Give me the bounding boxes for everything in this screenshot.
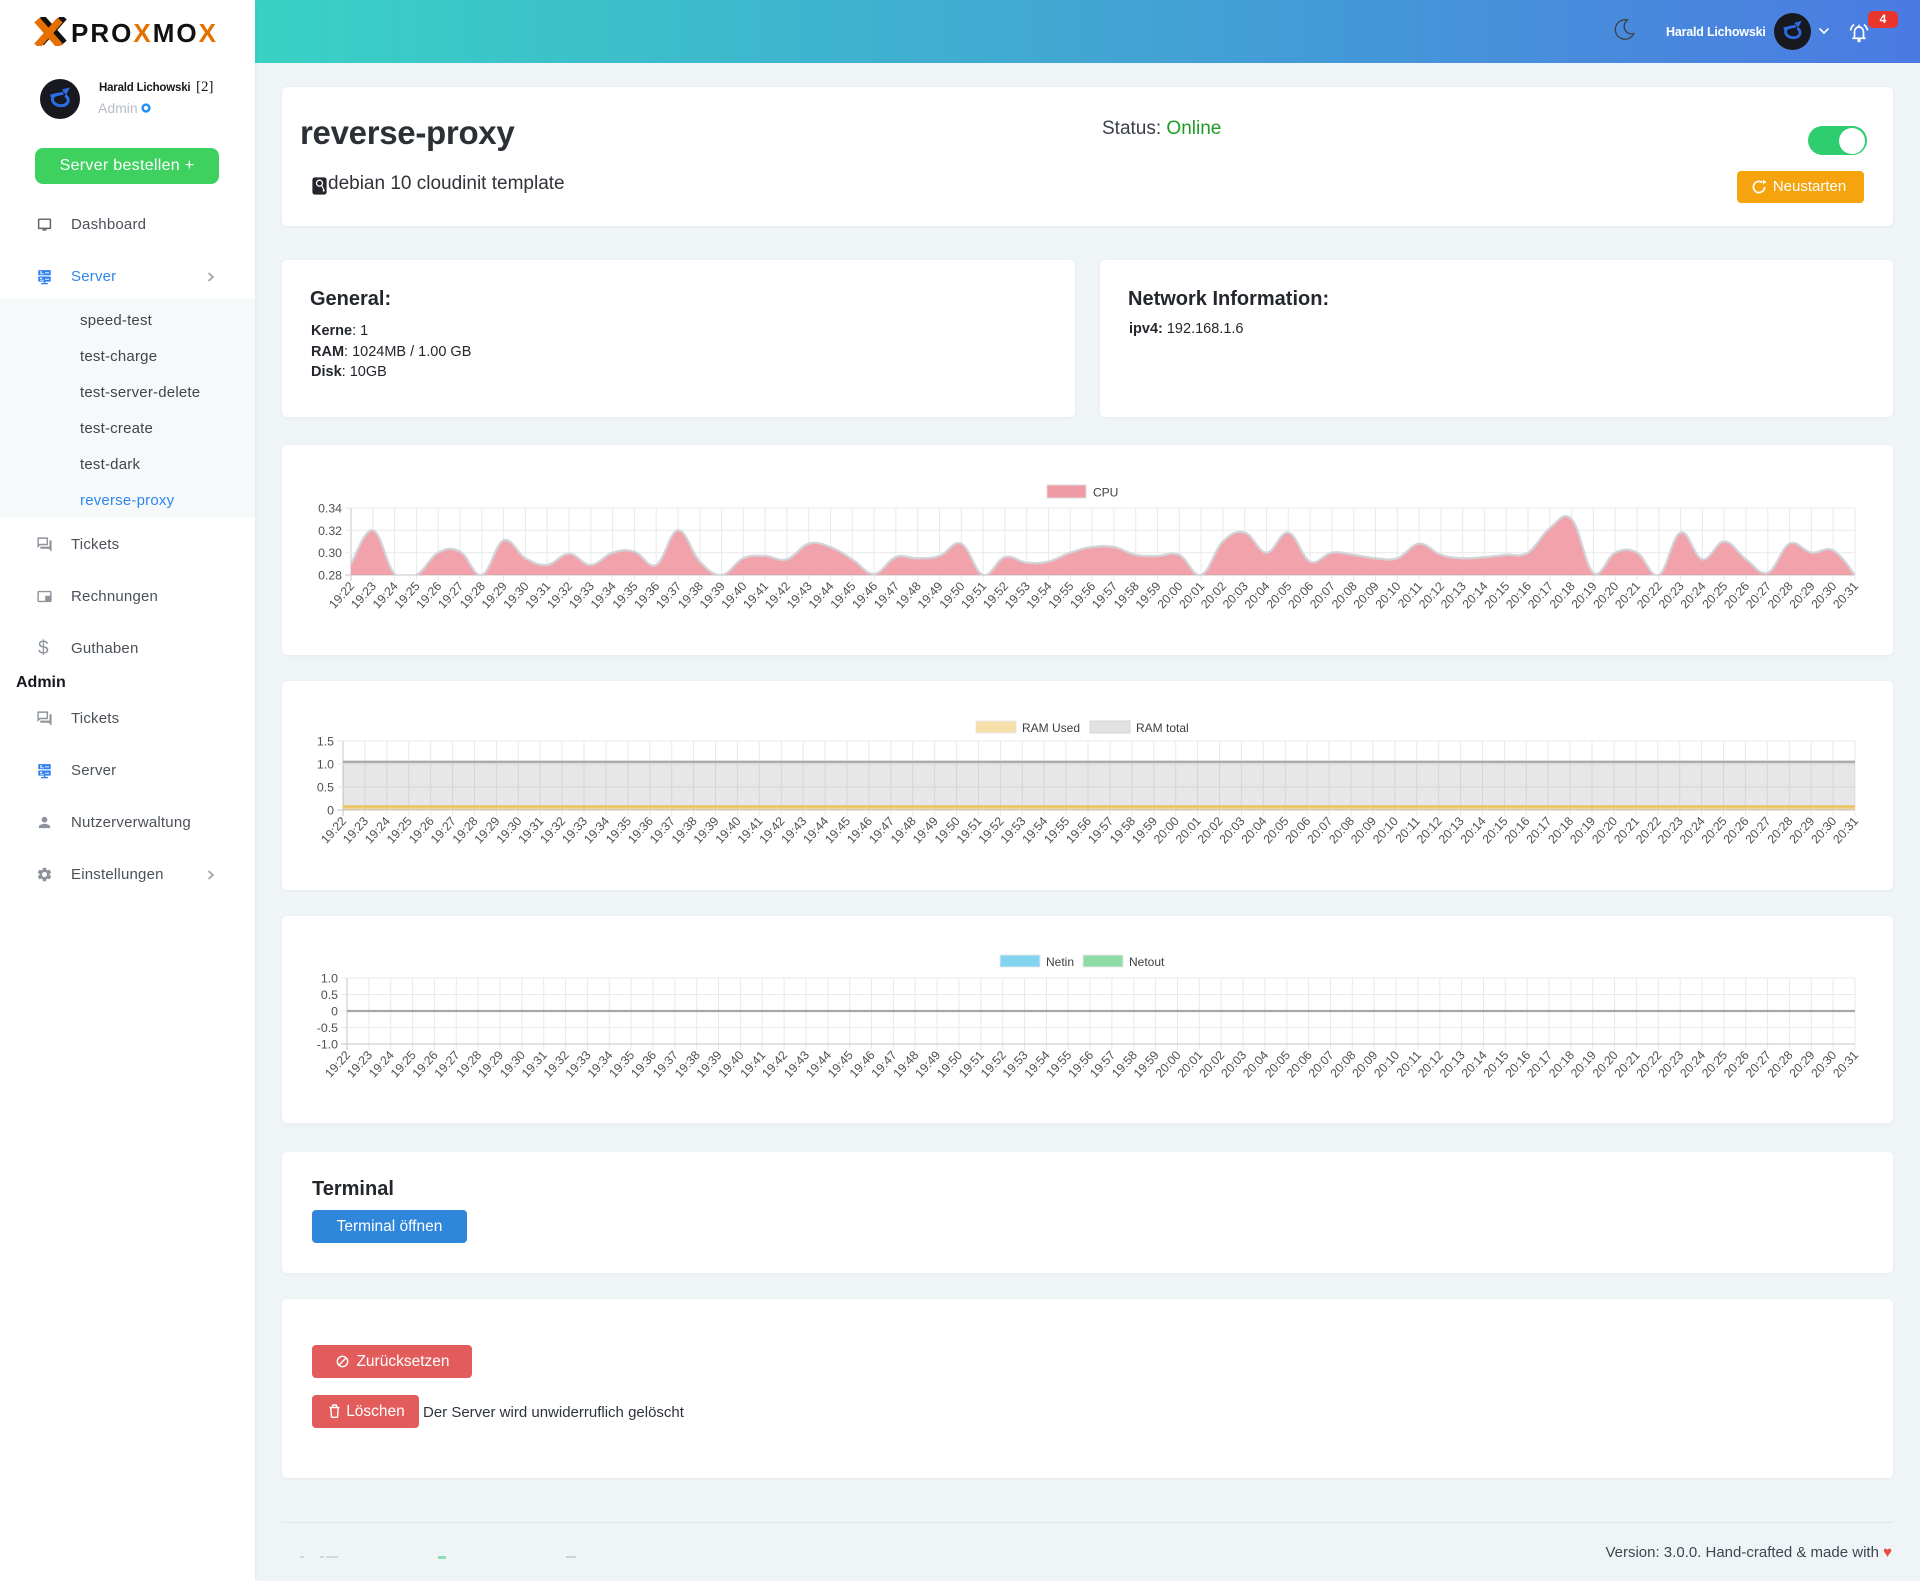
svg-text:Netin: Netin (1046, 955, 1074, 969)
svg-text:1.5: 1.5 (317, 735, 334, 749)
svg-text:0.28: 0.28 (318, 569, 342, 583)
svg-text:0.5: 0.5 (317, 781, 334, 795)
svg-text:20:31: 20:31 (1830, 1048, 1861, 1080)
svg-text:RAM Used: RAM Used (1022, 721, 1080, 735)
svg-text:0.5: 0.5 (321, 988, 338, 1002)
svg-text:20:31: 20:31 (1830, 579, 1861, 611)
svg-text:1.0: 1.0 (317, 758, 334, 772)
svg-text:20:31: 20:31 (1830, 814, 1861, 846)
svg-text:-1.0: -1.0 (317, 1038, 338, 1052)
svg-text:RAM total: RAM total (1136, 721, 1189, 735)
svg-text:CPU: CPU (1093, 486, 1118, 500)
svg-text:1.0: 1.0 (321, 972, 338, 986)
svg-text:-0.5: -0.5 (317, 1021, 338, 1035)
svg-text:0.34: 0.34 (318, 502, 342, 516)
svg-text:0.30: 0.30 (318, 546, 342, 560)
svg-text:0.32: 0.32 (318, 524, 342, 538)
svg-text:20:10: 20:10 (1371, 1048, 1402, 1080)
svg-text:20:10: 20:10 (1370, 814, 1401, 846)
svg-text:0: 0 (327, 804, 334, 818)
svg-text:0: 0 (331, 1005, 338, 1019)
svg-text:Netout: Netout (1129, 955, 1165, 969)
svg-text:20:10: 20:10 (1373, 579, 1404, 611)
